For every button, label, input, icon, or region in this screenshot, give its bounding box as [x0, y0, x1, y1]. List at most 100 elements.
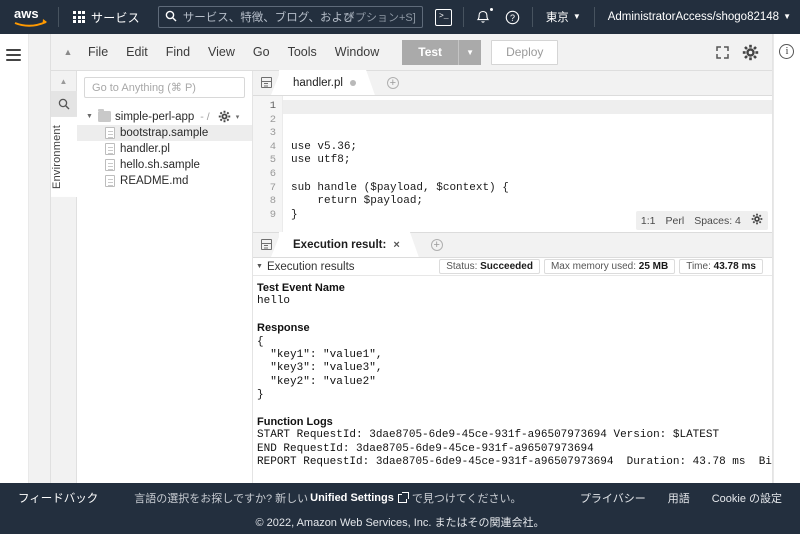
test-button[interactable]: Test	[402, 39, 460, 65]
menu-view[interactable]: View	[199, 39, 244, 65]
line-number: 9	[269, 208, 277, 221]
memory-badge-label: Max memory used:	[550, 261, 636, 272]
menu-find[interactable]: Find	[157, 39, 199, 65]
test-button-group: Test ▼	[402, 39, 482, 65]
results-tabbar: Execution result: × +	[253, 232, 772, 258]
feedback-link[interactable]: フィードバック	[18, 490, 98, 506]
search-placeholder: サービス、特徴、ブログ、および	[182, 12, 355, 24]
explorer-settings-button[interactable]: ▾	[218, 110, 248, 123]
help-button[interactable]: ?	[498, 0, 528, 34]
menu-go[interactable]: Go	[244, 39, 279, 65]
line-number-gutter: 1 2 3 4 5 6 7 8 9	[253, 96, 284, 232]
environment-tab[interactable]: Environment	[50, 117, 77, 197]
tab-label: Execution result:	[293, 238, 387, 251]
gear-icon	[743, 44, 759, 60]
menu-window[interactable]: Window	[326, 39, 388, 65]
fullscreen-button[interactable]	[710, 39, 736, 65]
line-number: 7	[269, 181, 277, 194]
spacer-line	[255, 403, 772, 416]
strip-search-button[interactable]	[50, 91, 77, 117]
tree-file-label: handler.pl	[120, 143, 170, 155]
tree-file-bootstrap-sample[interactable]: bootstrap.sample	[77, 125, 253, 141]
ide-body: ▲ Environment ▼ simple-pe	[50, 70, 772, 483]
folder-icon	[98, 108, 112, 122]
cloudshell-button[interactable]: >_	[429, 0, 459, 34]
region-label: 東京	[545, 12, 569, 24]
global-search-input[interactable]: サービス、特徴、ブログ、および オプション+S]	[157, 6, 423, 28]
notifications-button[interactable]	[468, 0, 498, 34]
file-icon	[105, 127, 116, 139]
file-icon	[105, 159, 116, 171]
search-shortcut-hint: オプション+S]	[343, 12, 416, 24]
response-body: { "key1": "value1", "key3": "value3", "k…	[257, 335, 383, 402]
menu-edit[interactable]: Edit	[117, 39, 157, 65]
menu-file[interactable]: File	[79, 39, 117, 65]
plus-icon: +	[386, 76, 399, 89]
editor-prefs-button[interactable]	[751, 213, 763, 228]
window-split-icon	[260, 239, 272, 250]
unified-settings-suffix: で見つけてください。	[411, 493, 522, 505]
tree-root-simple-perl-app[interactable]: ▼ simple-perl-app - / ▾	[77, 108, 252, 125]
menu-tools[interactable]: Tools	[279, 39, 326, 65]
collapse-panel-button[interactable]: ▲	[57, 41, 79, 63]
info-icon[interactable]: i	[779, 44, 795, 59]
code-editor[interactable]: 1 2 3 4 5 6 7 8 9 use v5.36; use utf8; s…	[253, 96, 772, 233]
services-menu-button[interactable]: サービス	[63, 0, 150, 34]
language-mode[interactable]: Perl	[666, 215, 685, 227]
close-icon[interactable]: ×	[393, 239, 399, 251]
tree-root-path: - /	[200, 110, 210, 123]
deploy-button[interactable]: Deploy	[491, 39, 559, 65]
status-badge: Status: Succeeded	[439, 259, 540, 274]
nav-divider-1	[58, 7, 59, 27]
execution-results-title: Execution results	[266, 260, 355, 273]
tab-execution-result[interactable]: Execution result: ×	[279, 232, 410, 257]
rail-spacer	[28, 34, 52, 483]
grid-icon	[73, 11, 85, 23]
menu-toggle-button[interactable]	[6, 49, 22, 483]
notification-dot	[489, 8, 493, 11]
tree-file-readme-md[interactable]: README.md	[77, 173, 252, 189]
copyright-text: © 2022, Amazon Web Services, Inc. またはその関…	[255, 517, 545, 529]
tree-file-handler-pl[interactable]: handler.pl	[77, 141, 252, 157]
new-tab-button[interactable]: +	[382, 70, 404, 95]
nav-divider-4	[593, 7, 595, 27]
unified-settings-link[interactable]: Unified Settings	[310, 492, 394, 504]
aws-top-navigation: aws サービス サービス、特徴、ブログ、および オプション+S] >_ ? 東…	[0, 0, 800, 34]
privacy-link[interactable]: プライバシー	[580, 490, 646, 506]
question-icon: ?	[506, 10, 520, 24]
execution-badges: Status: Succeeded Max memory used: 25 MB…	[439, 259, 768, 274]
file-explorer: ▼ simple-perl-app - /	[77, 71, 254, 483]
file-icon	[105, 175, 116, 187]
cursor-position[interactable]: 1:1	[641, 215, 656, 227]
external-link-icon	[397, 491, 409, 503]
status-badge-label: Status:	[446, 261, 478, 272]
search-icon	[165, 10, 177, 25]
tree-file-hello-sh-sample[interactable]: hello.sh.sample	[77, 157, 252, 173]
cookie-settings-link[interactable]: Cookie の設定	[712, 490, 782, 506]
chevron-down-icon[interactable]: ▼	[256, 263, 263, 270]
execution-results-body[interactable]: Test Event Name hello Response { "key1":…	[253, 276, 772, 483]
indent-setting[interactable]: Spaces: 4	[694, 215, 741, 227]
search-icon	[58, 98, 70, 110]
tab-label: handler.pl	[293, 76, 343, 89]
goto-anything-input[interactable]	[84, 77, 246, 98]
menubar-right-actions	[710, 39, 772, 65]
ide-settings-button[interactable]	[738, 39, 764, 65]
new-tab-button[interactable]: +	[426, 232, 448, 257]
spacer-line	[255, 309, 772, 322]
nav-divider-3	[531, 7, 533, 27]
chevron-down-icon: ▾	[235, 113, 240, 121]
region-selector[interactable]: 東京 ▼	[537, 0, 590, 34]
test-event-name-value: hello	[257, 295, 291, 308]
test-dropdown-button[interactable]: ▼	[459, 39, 482, 65]
aws-logo[interactable]: aws	[8, 0, 54, 34]
strip-collapse-button[interactable]: ▲	[51, 71, 77, 91]
footer-row-primary: フィードバック 言語の選択をお探しですか? 新しい Unified Settin…	[0, 483, 800, 513]
account-menu[interactable]: AdministratorAccess/shogo82148 ▼	[599, 0, 800, 34]
tree-root-label: simple-perl-app	[115, 110, 195, 123]
tab-handler-pl[interactable]: handler.pl	[279, 70, 366, 95]
chevron-down-icon[interactable]: ▼	[85, 113, 94, 120]
unified-settings-prefix: 言語の選択をお探しですか? 新しい	[134, 493, 309, 505]
line-number: 6	[269, 167, 277, 180]
terms-link[interactable]: 用語	[668, 490, 690, 506]
